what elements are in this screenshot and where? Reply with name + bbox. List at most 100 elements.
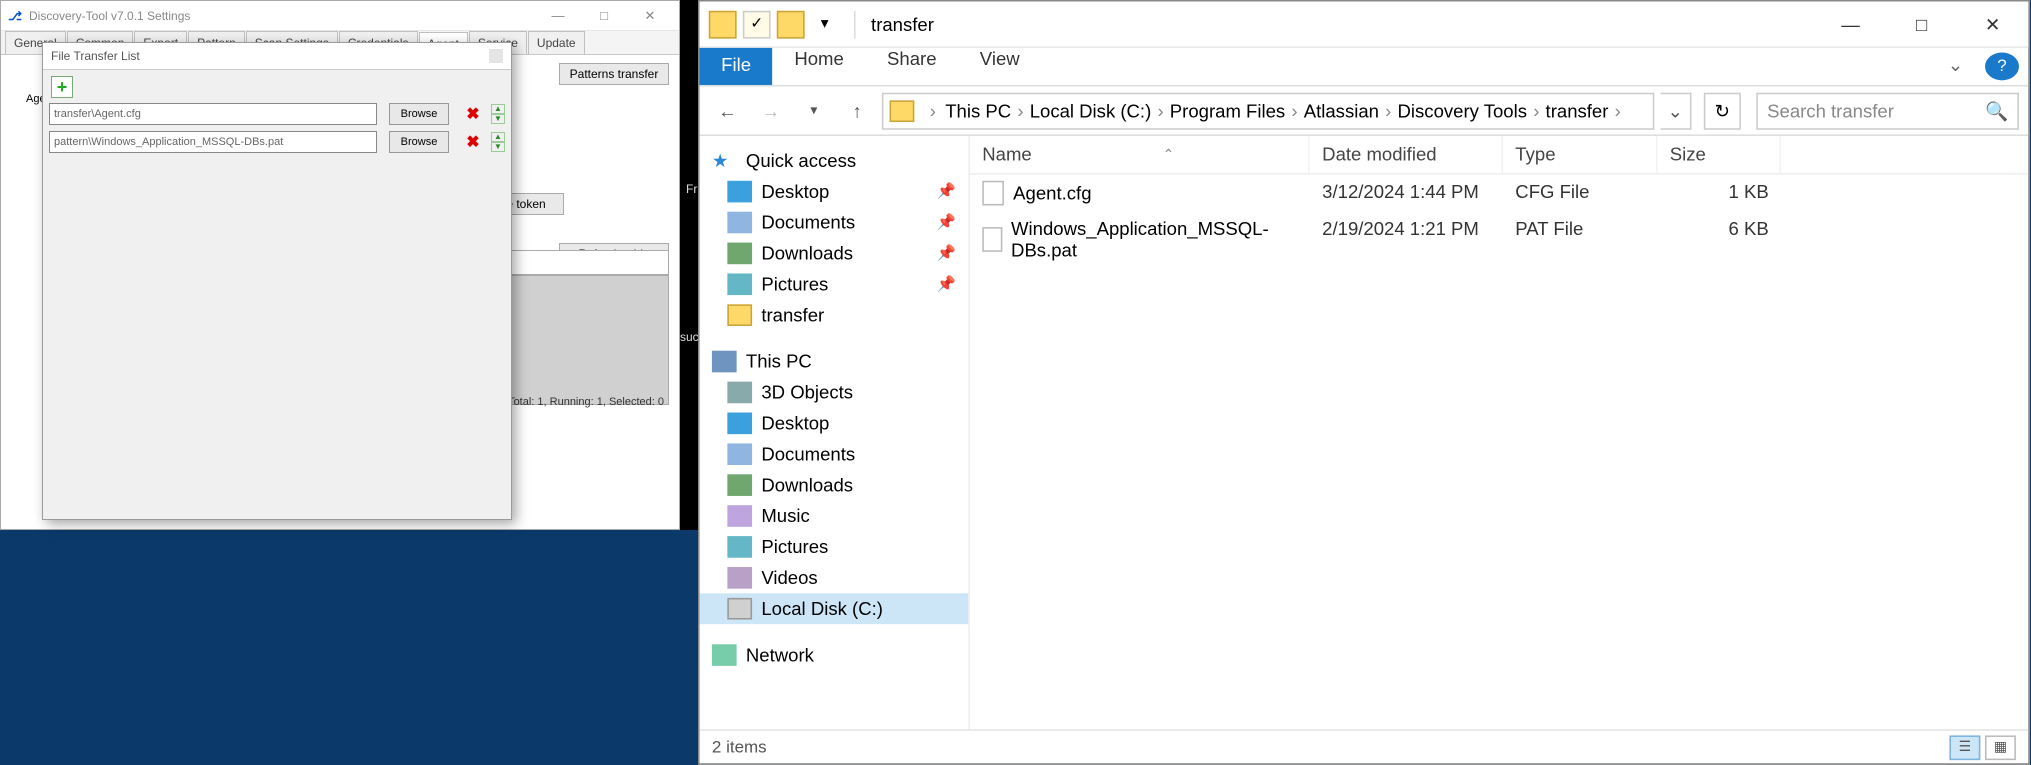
explorer-minimize-button[interactable]: — xyxy=(1815,2,1886,45)
nav-quick-access[interactable]: ★Quick access xyxy=(700,145,969,176)
qat-divider xyxy=(854,10,856,38)
quick-access-toolbar: ✓ ▾ xyxy=(700,10,848,38)
col-date[interactable]: Date modified xyxy=(1310,136,1503,173)
behind-text-suc: suc xyxy=(680,330,699,344)
qat-folder2-icon[interactable] xyxy=(777,10,805,38)
file-size: 1 KB xyxy=(1657,178,1781,209)
nav-network[interactable]: Network xyxy=(700,640,969,671)
settings-titlebar[interactable]: ⎇ Discovery-Tool v7.0.1 Settings — □ ✕ xyxy=(1,1,679,31)
qat-checkbox-icon[interactable]: ✓ xyxy=(743,10,771,38)
address-bar[interactable]: › This PC›Local Disk (C:)›Program Files›… xyxy=(882,92,1655,129)
transfer-path-input[interactable] xyxy=(49,103,377,125)
view-details-button[interactable]: ☰ xyxy=(1949,735,1980,760)
delete-row-icon[interactable]: ✖ xyxy=(463,132,483,152)
col-size[interactable]: Size xyxy=(1657,136,1781,173)
nav-item-downloads[interactable]: Downloads xyxy=(700,470,969,501)
add-row-button[interactable]: + xyxy=(51,76,73,98)
nav-up-button[interactable]: ↑ xyxy=(839,92,876,129)
breadcrumb[interactable]: Program Files xyxy=(1170,100,1285,122)
nav-item-music[interactable]: Music xyxy=(700,501,969,532)
nav-item-3d-objects[interactable]: 3D Objects xyxy=(700,377,969,408)
pic-icon xyxy=(727,536,752,558)
move-down-icon[interactable]: ▼ xyxy=(491,114,505,124)
move-down-icon[interactable]: ▼ xyxy=(491,142,505,152)
explorer-maximize-button[interactable]: □ xyxy=(1886,2,1957,45)
help-icon[interactable]: ? xyxy=(1985,53,2019,81)
breadcrumb[interactable]: This PC xyxy=(945,100,1011,122)
refresh-button[interactable]: ↻ xyxy=(1704,92,1741,129)
breadcrumb-sep-icon[interactable]: › xyxy=(1527,100,1546,122)
sort-asc-icon: ⌃ xyxy=(1163,146,1175,163)
nav-item-videos[interactable]: Videos xyxy=(700,562,969,593)
col-type[interactable]: Type xyxy=(1503,136,1657,173)
nav-this-pc[interactable]: This PC xyxy=(700,346,969,377)
transfer-path-input[interactable] xyxy=(49,131,377,153)
breadcrumb-sep-icon[interactable]: › xyxy=(1285,100,1304,122)
nav-item-transfer[interactable]: transfer xyxy=(700,300,969,331)
file-icon xyxy=(982,227,1002,252)
nav-item-desktop[interactable]: Desktop xyxy=(700,408,969,439)
file-row[interactable]: Windows_Application_MSSQL-DBs.pat2/19/20… xyxy=(970,212,2028,268)
breadcrumb[interactable]: Atlassian xyxy=(1304,100,1379,122)
close-button[interactable]: ✕ xyxy=(627,2,673,30)
nav-item-local-disk-c-[interactable]: Local Disk (C:) xyxy=(700,593,969,624)
breadcrumb[interactable]: Local Disk (C:) xyxy=(1030,100,1152,122)
desk-icon xyxy=(727,181,752,203)
pin-icon: 📌 xyxy=(937,214,956,231)
minimize-button[interactable]: — xyxy=(535,2,581,30)
view-large-button[interactable]: ▦ xyxy=(1985,735,2016,760)
pin-icon: 📌 xyxy=(937,245,956,262)
nav-history-dropdown[interactable]: ▾ xyxy=(795,92,832,129)
nav-item-downloads[interactable]: Downloads📌 xyxy=(700,238,969,269)
qat-dropdown-icon[interactable]: ▾ xyxy=(811,10,839,38)
search-icon: 🔍 xyxy=(1985,100,2008,122)
file-row[interactable]: Agent.cfg3/12/2024 1:44 PMCFG File1 KB xyxy=(970,175,2028,212)
qat-folder-icon[interactable] xyxy=(709,10,737,38)
file-list[interactable]: Name⌃ Date modified Type Size Agent.cfg3… xyxy=(970,136,2028,729)
ribbon-expand-icon[interactable]: ⌄ xyxy=(1935,48,1975,85)
nav-pane[interactable]: ★Quick accessDesktop📌Documents📌Downloads… xyxy=(700,136,970,729)
explorer-title: transfer xyxy=(862,13,934,35)
tab-update[interactable]: Update xyxy=(528,31,585,54)
breadcrumb-sep-icon[interactable]: › xyxy=(1379,100,1398,122)
ribbon-tab-file[interactable]: File xyxy=(700,48,773,85)
address-dropdown-button[interactable]: ⌄ xyxy=(1661,92,1692,129)
file-type: PAT File xyxy=(1503,215,1657,264)
ribbon-tab-view[interactable]: View xyxy=(958,42,1041,76)
delete-row-icon[interactable]: ✖ xyxy=(463,104,483,124)
nav-item-documents[interactable]: Documents📌 xyxy=(700,207,969,238)
browse-button[interactable]: Browse xyxy=(389,131,449,153)
popup-close-thumb[interactable] xyxy=(489,49,503,63)
explorer-close-button[interactable]: ✕ xyxy=(1957,2,2028,45)
nav-back-button[interactable]: ← xyxy=(709,92,746,129)
agent-table-body[interactable] xyxy=(509,275,669,405)
vid-icon xyxy=(727,567,752,589)
breadcrumb[interactable]: transfer xyxy=(1546,100,1609,122)
move-up-icon[interactable]: ▲ xyxy=(491,104,505,114)
column-headers[interactable]: Name⌃ Date modified Type Size xyxy=(970,136,2028,175)
move-up-icon[interactable]: ▲ xyxy=(491,132,505,142)
popup-titlebar[interactable]: File Transfer List xyxy=(43,43,511,70)
maximize-button[interactable]: □ xyxy=(581,2,627,30)
breadcrumb-sep-icon[interactable]: › xyxy=(924,100,943,122)
address-folder-icon xyxy=(890,100,915,122)
breadcrumb-sep-icon[interactable]: › xyxy=(1011,100,1030,122)
nav-item-pictures[interactable]: Pictures xyxy=(700,531,969,562)
browse-button[interactable]: Browse xyxy=(389,103,449,125)
nav-forward-button[interactable]: → xyxy=(752,92,789,129)
breadcrumb[interactable]: Discovery Tools xyxy=(1398,100,1527,122)
ribbon-tab-share[interactable]: Share xyxy=(865,42,958,76)
behind-text-fr: Fr xyxy=(686,182,697,196)
nav-item-pictures[interactable]: Pictures📌 xyxy=(700,269,969,300)
nav-item-desktop[interactable]: Desktop📌 xyxy=(700,176,969,207)
patterns-transfer-button[interactable]: Patterns transfer xyxy=(559,63,669,85)
breadcrumb-sep-icon[interactable]: › xyxy=(1608,100,1627,122)
breadcrumb-sep-icon[interactable]: › xyxy=(1151,100,1170,122)
agent-status-total: Total: 1, Running: 1, Selected: 0 xyxy=(508,396,664,408)
nav-item-documents[interactable]: Documents xyxy=(700,439,969,470)
search-box[interactable]: Search transfer 🔍 xyxy=(1756,92,2019,129)
status-bar: 2 items ☰ ▦ xyxy=(700,729,2029,763)
ribbon-tab-home[interactable]: Home xyxy=(773,42,866,76)
pin-icon: 📌 xyxy=(937,276,956,293)
col-name[interactable]: Name⌃ xyxy=(970,136,1310,173)
